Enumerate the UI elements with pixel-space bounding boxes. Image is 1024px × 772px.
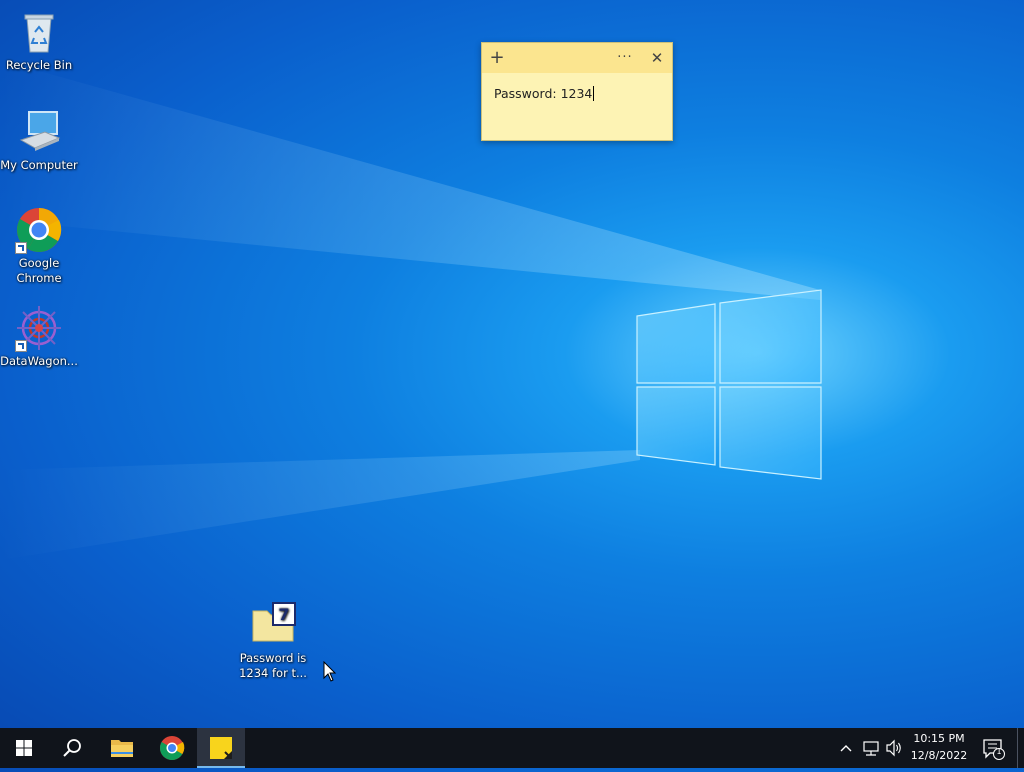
show-desktop-button[interactable] — [1017, 728, 1024, 768]
menu-button[interactable]: ··· — [610, 43, 640, 73]
action-center-button[interactable]: 1 — [980, 728, 1006, 768]
new-note-button[interactable]: + — [482, 43, 512, 73]
speaker-icon — [886, 739, 901, 757]
desktop-icon-password-archive[interactable]: 7 Password is 1234 for t... — [233, 601, 313, 681]
notification-count-badge: 1 — [996, 747, 1002, 756]
network-tray-button[interactable] — [860, 728, 882, 768]
search-button[interactable] — [48, 728, 96, 768]
close-note-button[interactable]: ✕ — [642, 43, 672, 73]
windows-logo — [636, 289, 822, 480]
chrome-icon — [15, 206, 63, 254]
desktop-icon-google-chrome[interactable]: Google Chrome — [0, 206, 79, 286]
clock-time: 10:15 PM — [913, 732, 965, 745]
network-icon — [863, 741, 879, 756]
desktop-icon-recycle-bin[interactable]: Recycle Bin — [0, 8, 79, 73]
desktop-icon-my-computer[interactable]: My Computer — [0, 108, 79, 173]
desktop-icon-datawagon[interactable]: DataWagon... — [0, 304, 79, 369]
chrome-taskbar-button[interactable] — [148, 728, 196, 768]
svg-text:7: 7 — [278, 605, 289, 624]
sticky-note-text: Password: 1234 — [494, 86, 593, 101]
mouse-cursor-icon — [323, 661, 337, 682]
datawagon-icon — [15, 304, 63, 352]
chevron-up-icon — [840, 745, 852, 752]
start-button[interactable] — [0, 728, 48, 768]
folder-icon — [111, 740, 133, 757]
sticky-note-body[interactable]: Password: 1234 — [482, 73, 672, 114]
clock-date: 12/8/2022 — [910, 749, 968, 762]
sticky-note-window[interactable]: + ··· ✕ Password: 1234 — [481, 42, 673, 141]
chrome-icon — [159, 736, 185, 761]
sticky-notes-taskbar-button[interactable] — [197, 728, 245, 768]
search-icon — [63, 739, 81, 757]
sticky-note-titlebar[interactable]: + ··· ✕ — [482, 43, 672, 73]
shortcut-arrow-icon — [15, 242, 27, 254]
file-explorer-button[interactable] — [98, 728, 146, 768]
computer-icon — [15, 108, 63, 156]
sticky-notes-icon — [210, 737, 232, 759]
recycle-bin-icon — [15, 8, 63, 56]
shortcut-arrow-icon — [15, 340, 27, 352]
windows-start-icon — [16, 740, 32, 756]
show-hidden-icons-button[interactable] — [836, 728, 856, 768]
text-caret — [593, 86, 595, 101]
taskbar-clock[interactable]: 10:15 PM 12/8/2022 — [902, 730, 976, 764]
taskbar: 10:15 PM 12/8/2022 1 — [0, 728, 1024, 768]
7zip-archive-icon: 7 — [249, 601, 297, 649]
volume-tray-button[interactable] — [884, 728, 904, 768]
